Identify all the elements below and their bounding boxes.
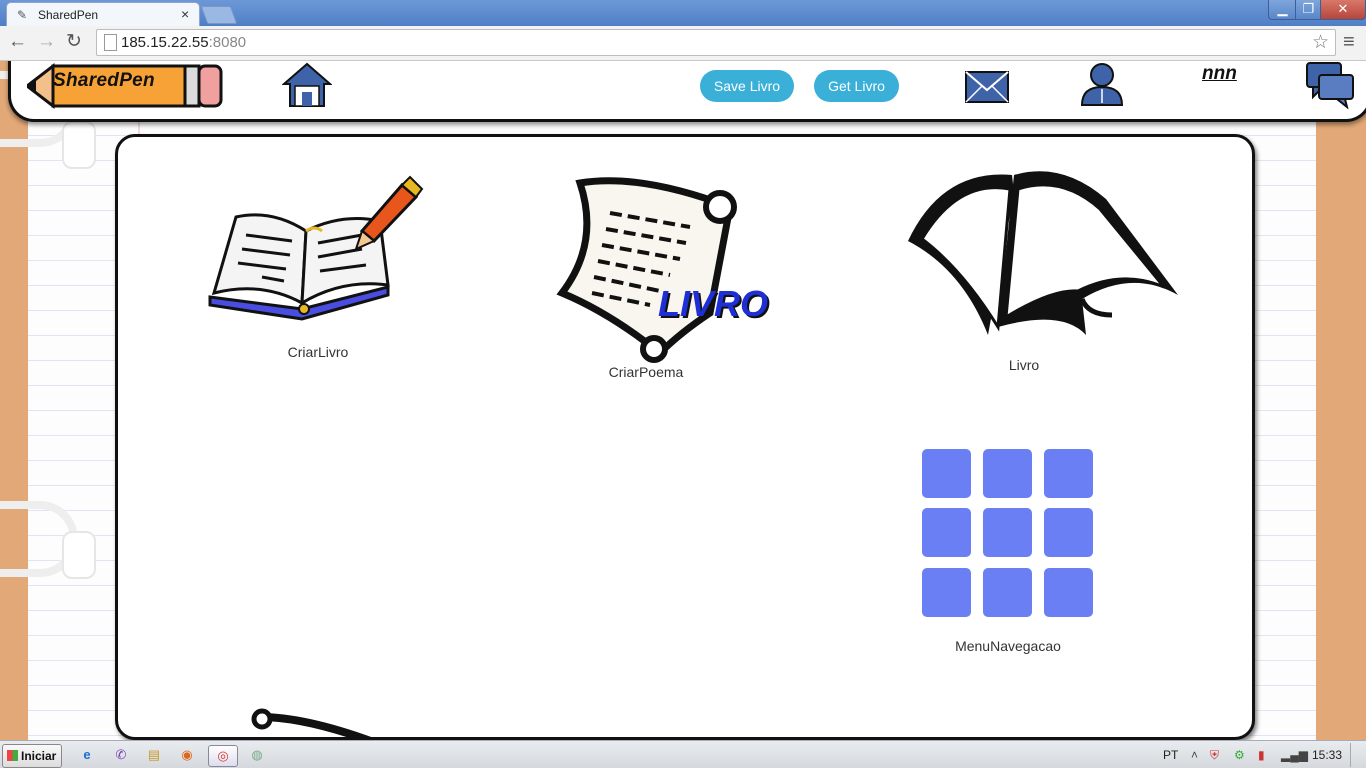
criar-poema-card[interactable]: LIVRO CriarPoema (550, 163, 768, 383)
security-tray-icon[interactable]: ⛨ (1210, 748, 1219, 763)
scroll-icon (251, 708, 372, 737)
web-page: SharedPen Save Livro Get Livro nnn Criar… (0, 61, 1366, 740)
chat-icon[interactable] (1305, 61, 1355, 109)
maximize-button[interactable]: ❐ (1295, 0, 1322, 20)
username-link[interactable]: nnn (1202, 63, 1237, 85)
windows-logo-icon (7, 750, 18, 761)
firefox-icon[interactable]: ◉ (176, 745, 198, 765)
internet-explorer-icon[interactable]: e (76, 745, 98, 765)
scroll-icon (556, 177, 737, 363)
language-indicator[interactable]: PT (1163, 748, 1178, 762)
close-window-button[interactable]: ✕ (1320, 0, 1366, 20)
grid-menu-icon (920, 447, 1096, 619)
network-tray-icon[interactable]: ⚙ (1234, 748, 1245, 762)
livro-label: Livro (1008, 357, 1040, 373)
menu-navegacao-card[interactable]: MenuNavegacao (910, 447, 1110, 662)
device-tray-icon[interactable]: ▮ (1258, 748, 1265, 762)
binder-hole (62, 121, 96, 169)
main-content-panel: CriarLivro LIVRO CriarPoema Livro MenuNa… (115, 134, 1255, 740)
browser-menu-icon[interactable]: ≡ (1343, 31, 1355, 54)
new-tab-button[interactable] (200, 6, 238, 24)
criar-livro-card[interactable]: CriarLivro (202, 169, 434, 360)
browser-tab[interactable]: ✎ SharedPen × (6, 2, 200, 27)
tab-title: SharedPen (38, 8, 99, 22)
criar-livro-label: CriarLivro (287, 344, 349, 360)
page-icon (104, 34, 117, 51)
menu-navegacao-label: MenuNavegacao (955, 638, 1061, 654)
livro-card[interactable]: Livro (902, 159, 1192, 379)
save-livro-button[interactable]: Save Livro (700, 70, 794, 102)
reload-icon[interactable]: ↻ (66, 32, 82, 52)
show-desktop-button[interactable] (1350, 743, 1365, 767)
back-arrow-icon[interactable]: ← (8, 32, 27, 52)
tab-close-icon[interactable]: × (181, 6, 189, 22)
bookmark-star-icon[interactable]: ☆ (1312, 31, 1329, 54)
tray-expand-icon[interactable]: ˄ (1191, 748, 1198, 762)
mail-icon[interactable] (964, 66, 1010, 106)
forward-arrow-icon[interactable]: → (37, 32, 56, 52)
address-bar[interactable]: 185.15.22.55:8080 ☆ (96, 29, 1336, 56)
browser-toolbar: ← → ↻ 185.15.22.55:8080 ☆ ≡ (0, 26, 1366, 61)
binder-hole (62, 531, 96, 579)
livro-overlay-text: LIVRO (658, 283, 769, 324)
user-profile-icon[interactable] (1077, 61, 1127, 107)
file-explorer-icon[interactable]: ▤ (143, 745, 165, 765)
home-icon[interactable] (282, 62, 332, 108)
logo-text: SharedPen (53, 70, 155, 91)
get-livro-button[interactable]: Get Livro (814, 70, 899, 102)
url-text: 185.15.22.55:8080 (121, 34, 247, 51)
start-button[interactable]: Iniciar (2, 744, 62, 768)
open-book-icon (908, 171, 1178, 335)
windows-taskbar: Iniciar e ✆ ▤ ◉ ◎ ◍ PT ˄ ⛨ ⚙ ▮ ▂▄▆ 15:33 (0, 740, 1366, 768)
sharedpen-favicon-icon: ✎ (17, 8, 28, 22)
viber-icon[interactable]: ✆ (110, 745, 132, 765)
open-book-pencil-icon (208, 175, 424, 321)
chrome-taskbar-button[interactable]: ◎ (208, 745, 238, 767)
minimize-button[interactable]: ▁ (1268, 0, 1297, 20)
criar-poema-label: CriarPoema (608, 364, 684, 380)
signal-tray-icon[interactable]: ▂▄▆ (1281, 748, 1308, 762)
browser-title-bar: ✎ SharedPen × ▁ ❐ ✕ (0, 0, 1366, 27)
app-header: SharedPen Save Livro Get Livro nnn (8, 61, 1366, 122)
clock[interactable]: 15:33 (1312, 748, 1342, 762)
app-icon[interactable]: ◍ (246, 745, 268, 765)
